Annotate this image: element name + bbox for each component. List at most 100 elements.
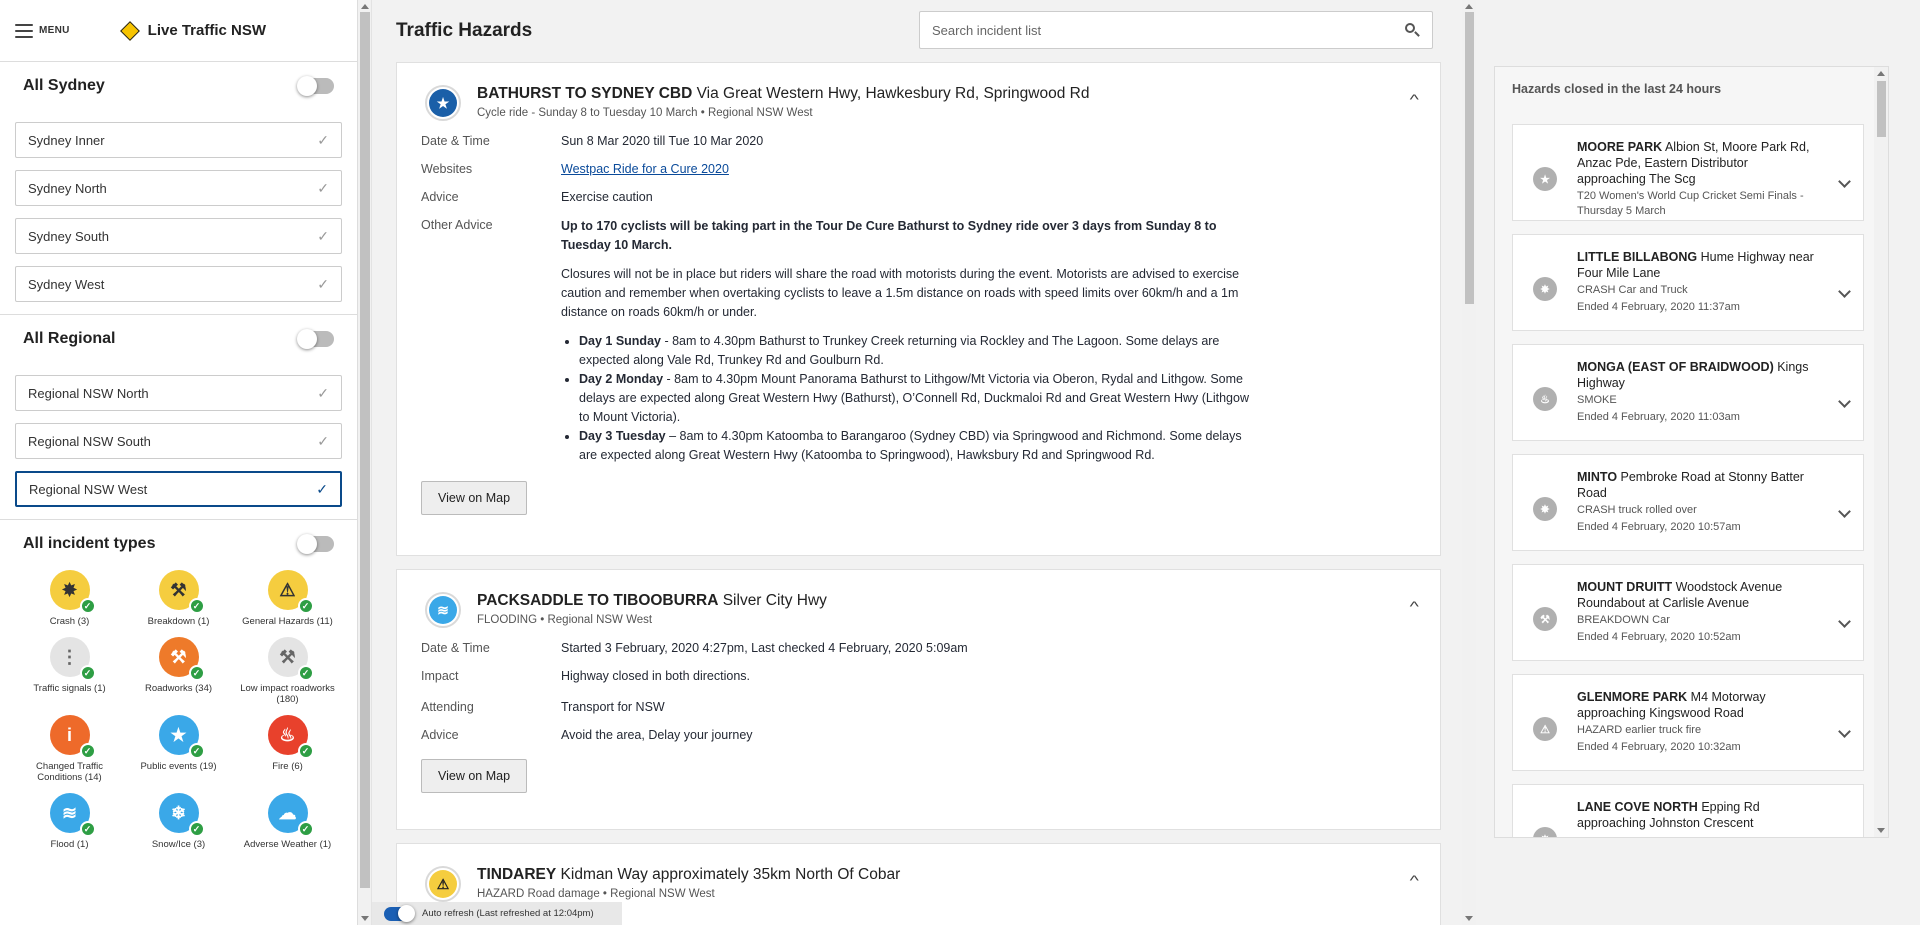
incident-type-filter[interactable]: ★ ✓ Public events (19) bbox=[124, 715, 233, 783]
sydney-section: All Sydney Sydney Inner ✓ Sydney North ✓ S… bbox=[0, 62, 357, 315]
brand-name: Live Traffic NSW bbox=[147, 22, 267, 39]
incident-type-filter[interactable]: i ✓ Changed Traffic Conditions (14) bbox=[15, 715, 124, 783]
incident-title[interactable]: PACKSADDLE TO TIBOOBURRA Silver City Hwy bbox=[477, 592, 1440, 610]
incident-type-filter[interactable]: ⚒ ✓ Roadworks (34) bbox=[124, 637, 233, 705]
incident-details: Date & Time Started 3 February, 2020 4:27… bbox=[397, 630, 1440, 743]
closed-hazard-detail: SMOKE bbox=[1577, 394, 1617, 406]
search-icon[interactable] bbox=[1404, 22, 1420, 38]
closed-hazard-title: LITTLE BILLABONG Hume Highway near Four … bbox=[1577, 250, 1814, 280]
closed-hazard-item[interactable]: ⚒ MOUNT DRUITT Woodstock Avenue Roundabou… bbox=[1512, 564, 1864, 661]
detail-label: Date & Time bbox=[421, 641, 490, 655]
region-label: Sydney West bbox=[28, 276, 105, 292]
view-on-map-button[interactable]: View on Map bbox=[421, 481, 528, 515]
incident-type-label: Flood (1) bbox=[50, 839, 89, 850]
menu-button[interactable]: MENU bbox=[15, 23, 70, 38]
region-sydney-west[interactable]: Sydney West ✓ bbox=[15, 266, 342, 302]
selected-check-icon: ✓ bbox=[188, 743, 205, 759]
region-regional-nsw-north[interactable]: Regional NSW North ✓ bbox=[15, 375, 342, 411]
closed-hazard-item[interactable]: ✸ LITTLE BILLABONG Hume Highway near Four… bbox=[1512, 234, 1864, 331]
hazard-icon: ⚠ bbox=[425, 866, 461, 902]
detail-value: Transport for NSW bbox=[561, 700, 665, 714]
closed-hazard-title: MONGA (EAST OF BRAIDWOOD) Kings Highway bbox=[1577, 360, 1809, 390]
closed-hazard-detail: HAZARD earlier truck fire bbox=[1577, 724, 1702, 736]
region-sydney-inner[interactable]: Sydney Inner ✓ bbox=[15, 122, 342, 158]
incident-type-filter[interactable]: ❄ ✓ Snow/Ice (3) bbox=[124, 793, 233, 850]
selected-check-icon: ✓ bbox=[297, 665, 314, 681]
detail-value: Highway closed in both directions. bbox=[561, 669, 750, 683]
collapse-chevron-icon[interactable]: ^ bbox=[1410, 598, 1419, 614]
sidebar-topbar: MENU Live Traffic NSW bbox=[0, 0, 357, 62]
region-label: Sydney Inner bbox=[28, 132, 105, 148]
day-item: Day 3 Tuesday – 8am to 4.30pm Katoomba t… bbox=[579, 427, 1261, 465]
public-event-icon: ★ bbox=[425, 85, 461, 121]
region-label: Regional NSW South bbox=[28, 433, 151, 449]
incident-subtitle: Cycle ride - Sunday 8 to Tuesday 10 Marc… bbox=[477, 107, 813, 119]
crash-icon: ✸ bbox=[1533, 277, 1557, 301]
all-regional-toggle[interactable] bbox=[297, 329, 334, 349]
search-input[interactable] bbox=[932, 22, 1404, 38]
website-link[interactable]: Westpac Ride for a Cure 2020 bbox=[561, 162, 729, 176]
closed-hazard-item[interactable]: ⚠ GLENMORE PARK M4 Motorway approaching K… bbox=[1512, 674, 1864, 771]
all-sydney-toggle[interactable] bbox=[297, 76, 334, 96]
main-content: Traffic Hazards ★ BATHURST TO SYDNEY CBD… bbox=[372, 0, 1460, 925]
collapse-chevron-icon[interactable]: ^ bbox=[1410, 872, 1419, 888]
selected-check-icon: ✓ bbox=[297, 743, 314, 759]
crash-icon: ✸ ✓ bbox=[49, 570, 96, 614]
collapse-chevron-icon[interactable]: ^ bbox=[1410, 91, 1419, 107]
auto-refresh-bar: Auto refresh (Last refreshed at 12:04pm) bbox=[372, 902, 622, 925]
selected-check-icon: ✓ bbox=[79, 743, 96, 759]
sidebar-scrollbar[interactable] bbox=[358, 0, 372, 925]
day-list: Day 1 Sunday - 8am to 4.30pm Bathurst to… bbox=[579, 332, 1261, 465]
incident-title[interactable]: TINDAREY Kidman Way approximately 35km N… bbox=[477, 866, 1440, 884]
closed-hazard-item[interactable]: ✸LANE COVE NORTH Epping Rd approaching J… bbox=[1512, 784, 1864, 837]
incident-type-label: General Hazards (11) bbox=[242, 616, 333, 627]
brand[interactable]: Live Traffic NSW bbox=[119, 20, 267, 41]
main-scrollbar[interactable] bbox=[1462, 0, 1476, 925]
detail-label: Advice bbox=[421, 190, 459, 204]
expand-chevron-icon[interactable] bbox=[1838, 835, 1851, 837]
all-incident-types-toggle[interactable] bbox=[297, 534, 334, 554]
incident-card: ★ BATHURST TO SYDNEY CBD Via Great Weste… bbox=[396, 62, 1441, 556]
detail-value: Sun 8 Mar 2020 till Tue 10 Mar 2020 bbox=[561, 134, 764, 148]
incident-type-filter[interactable]: ⚠ ✓ General Hazards (11) bbox=[233, 570, 342, 627]
selected-check-icon: ✓ bbox=[297, 598, 314, 614]
event-icon: ★ bbox=[1533, 167, 1557, 191]
region-regional-nsw-west[interactable]: Regional NSW West ✓ bbox=[15, 471, 342, 507]
incident-type-label: Breakdown (1) bbox=[147, 616, 210, 627]
closed-hazard-title: GLENMORE PARK M4 Motorway approaching Ki… bbox=[1577, 690, 1766, 720]
incident-type-filter[interactable]: ☁ ✓ Adverse Weather (1) bbox=[233, 793, 342, 850]
view-on-map-button[interactable]: View on Map bbox=[421, 759, 528, 793]
closed-hazard-item[interactable]: ★ MOORE PARK Albion St, Moore Park Rd, An… bbox=[1512, 124, 1864, 221]
incident-type-label: Crash (3) bbox=[49, 616, 90, 627]
closed-panel-scrollbar[interactable] bbox=[1874, 67, 1888, 837]
region-regional-nsw-south[interactable]: Regional NSW South ✓ bbox=[15, 423, 342, 459]
incident-type-filter[interactable]: ⚒ ✓ Low impact roadworks (180) bbox=[233, 637, 342, 705]
selected-check-icon: ✓ bbox=[188, 821, 205, 837]
region-label: Regional NSW West bbox=[29, 481, 148, 497]
hazard-icon: ⚠ ✓ bbox=[267, 570, 314, 614]
closed-hazard-ended: Ended 4 February, 2020 11:03am bbox=[1577, 411, 1740, 423]
incident-card: ≋ PACKSADDLE TO TIBOOBURRA Silver City H… bbox=[396, 569, 1441, 830]
check-icon: ✓ bbox=[317, 227, 329, 244]
auto-refresh-toggle[interactable] bbox=[384, 904, 415, 922]
incident-type-filter[interactable]: ≋ ✓ Flood (1) bbox=[15, 793, 124, 850]
incident-type-label: Low impact roadworks (180) bbox=[240, 683, 335, 705]
incident-type-filter[interactable]: ⚒ ✓ Breakdown (1) bbox=[124, 570, 233, 627]
closed-hazards-panel: Hazards closed in the last 24 hours ★ MOO… bbox=[1494, 66, 1889, 838]
region-sydney-north[interactable]: Sydney North ✓ bbox=[15, 170, 342, 206]
hazard-icon: ⚠ bbox=[1533, 717, 1557, 741]
closed-hazard-item[interactable]: ✸ MINTO Pembroke Road at Stonny Batter Ro… bbox=[1512, 454, 1864, 551]
closed-hazard-item[interactable]: ♨ MONGA (EAST OF BRAIDWOOD) Kings Highway… bbox=[1512, 344, 1864, 441]
incident-type-filter[interactable]: ✸ ✓ Crash (3) bbox=[15, 570, 124, 627]
sidebar: MENU Live Traffic NSW All Sydney Sydney … bbox=[0, 0, 358, 925]
incident-title[interactable]: BATHURST TO SYDNEY CBD Via Great Western… bbox=[477, 85, 1440, 103]
region-sydney-south[interactable]: Sydney South ✓ bbox=[15, 218, 342, 254]
weather-icon: ☁ ✓ bbox=[267, 793, 314, 837]
incident-type-filter[interactable]: ⋮ ✓ Traffic signals (1) bbox=[15, 637, 124, 705]
incident-type-label: Changed Traffic Conditions (14) bbox=[36, 761, 103, 783]
detail-label: Advice bbox=[421, 728, 459, 742]
detail-label: Impact bbox=[421, 669, 459, 683]
other-advice: Up to 170 cyclists will be taking part i… bbox=[561, 217, 1261, 465]
closed-hazard-title: LANE COVE NORTH Epping Rd approaching Jo… bbox=[1577, 800, 1760, 830]
incident-type-filter[interactable]: ♨ ✓ Fire (6) bbox=[233, 715, 342, 783]
